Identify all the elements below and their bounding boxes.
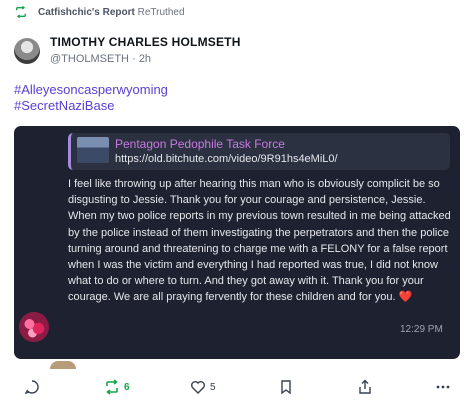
link-preview[interactable]: Pentagon Pedophile Task Force https://ol… — [68, 133, 450, 170]
hashtag-link[interactable]: #SecretNaziBase — [14, 98, 168, 114]
message-time: 12:29 PM — [400, 324, 443, 335]
link-thumbnail — [77, 137, 109, 163]
reply-icon — [24, 380, 39, 395]
heart-icon — [191, 381, 205, 394]
retruth-icon — [16, 6, 26, 18]
bookmark-icon — [281, 380, 291, 395]
retruth-label: ReTruthed — [137, 6, 185, 18]
hashtag-list: #Alleyesoncasperwyoming #SecretNaziBase — [14, 82, 168, 114]
share-icon — [359, 379, 371, 394]
message-text: I feel like throwing up after hearing th… — [68, 178, 451, 304]
retruth-icon — [106, 379, 118, 395]
author-meta: @THOLMSETH · 2h — [50, 53, 151, 65]
author-avatar[interactable] — [14, 38, 40, 64]
bookmark-button[interactable] — [278, 376, 294, 398]
reply-button[interactable] — [24, 376, 44, 398]
author-name[interactable]: TIMOTHY CHARLES HOLMSETH — [50, 35, 241, 49]
link-title[interactable]: Pentagon Pedophile Task Force — [115, 137, 285, 151]
retruth-button[interactable]: 6 — [104, 376, 130, 398]
action-bar: 6 5 — [0, 376, 474, 398]
link-url[interactable]: https://old.bitchute.com/video/9R91hs4eM… — [115, 153, 338, 165]
more-icon — [436, 385, 450, 389]
next-post-avatar[interactable] — [50, 361, 76, 369]
meta-separator: · — [132, 53, 136, 65]
hashtag-link[interactable]: #Alleyesoncasperwyoming — [14, 82, 168, 98]
author-handle[interactable]: @THOLMSETH — [50, 53, 129, 65]
like-count: 5 — [210, 381, 216, 393]
like-button[interactable]: 5 — [190, 376, 216, 398]
message-avatar[interactable] — [19, 312, 49, 342]
message-body: I feel like throwing up after hearing th… — [68, 176, 454, 306]
more-options-button[interactable] — [435, 376, 451, 398]
heart-emoji: ❤️ — [398, 291, 413, 304]
share-button[interactable] — [357, 376, 373, 398]
retruth-source[interactable]: Catfishchic's Report — [38, 7, 135, 18]
retruth-count: 6 — [124, 381, 130, 393]
post-time[interactable]: 2h — [139, 53, 151, 65]
retruth-banner: Catfishchic's Report ReTruthed — [14, 6, 185, 18]
